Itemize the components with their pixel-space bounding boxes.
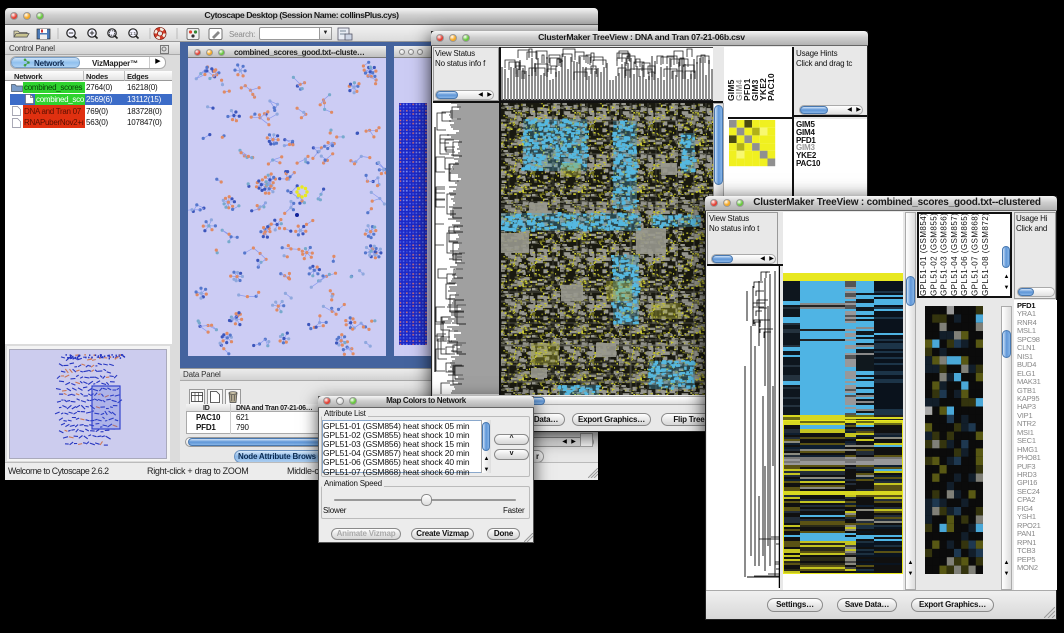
svg-text:GPL51-03 (GSM856): GPL51-03 (GSM856) — [940, 213, 949, 296]
svg-text:GPL51-06 (GSM865): GPL51-06 (GSM865) — [960, 213, 969, 296]
svg-text:1:1: 1:1 — [130, 31, 137, 36]
svg-text:GPL51-04 (GSM857): GPL51-04 (GSM857) — [950, 213, 959, 296]
svg-text:GPL51-01 (GSM854): GPL51-01 (GSM854) — [919, 213, 928, 296]
svg-text:GPL51-02 (GSM855): GPL51-02 (GSM855) — [929, 213, 938, 296]
svg-text:PAC10: PAC10 — [766, 73, 776, 101]
svg-text:GPL51-07 (GSM868): GPL51-07 (GSM868) — [971, 213, 980, 296]
svg-text:GPL51-08 (GSM872): GPL51-08 (GSM872) — [981, 213, 990, 296]
